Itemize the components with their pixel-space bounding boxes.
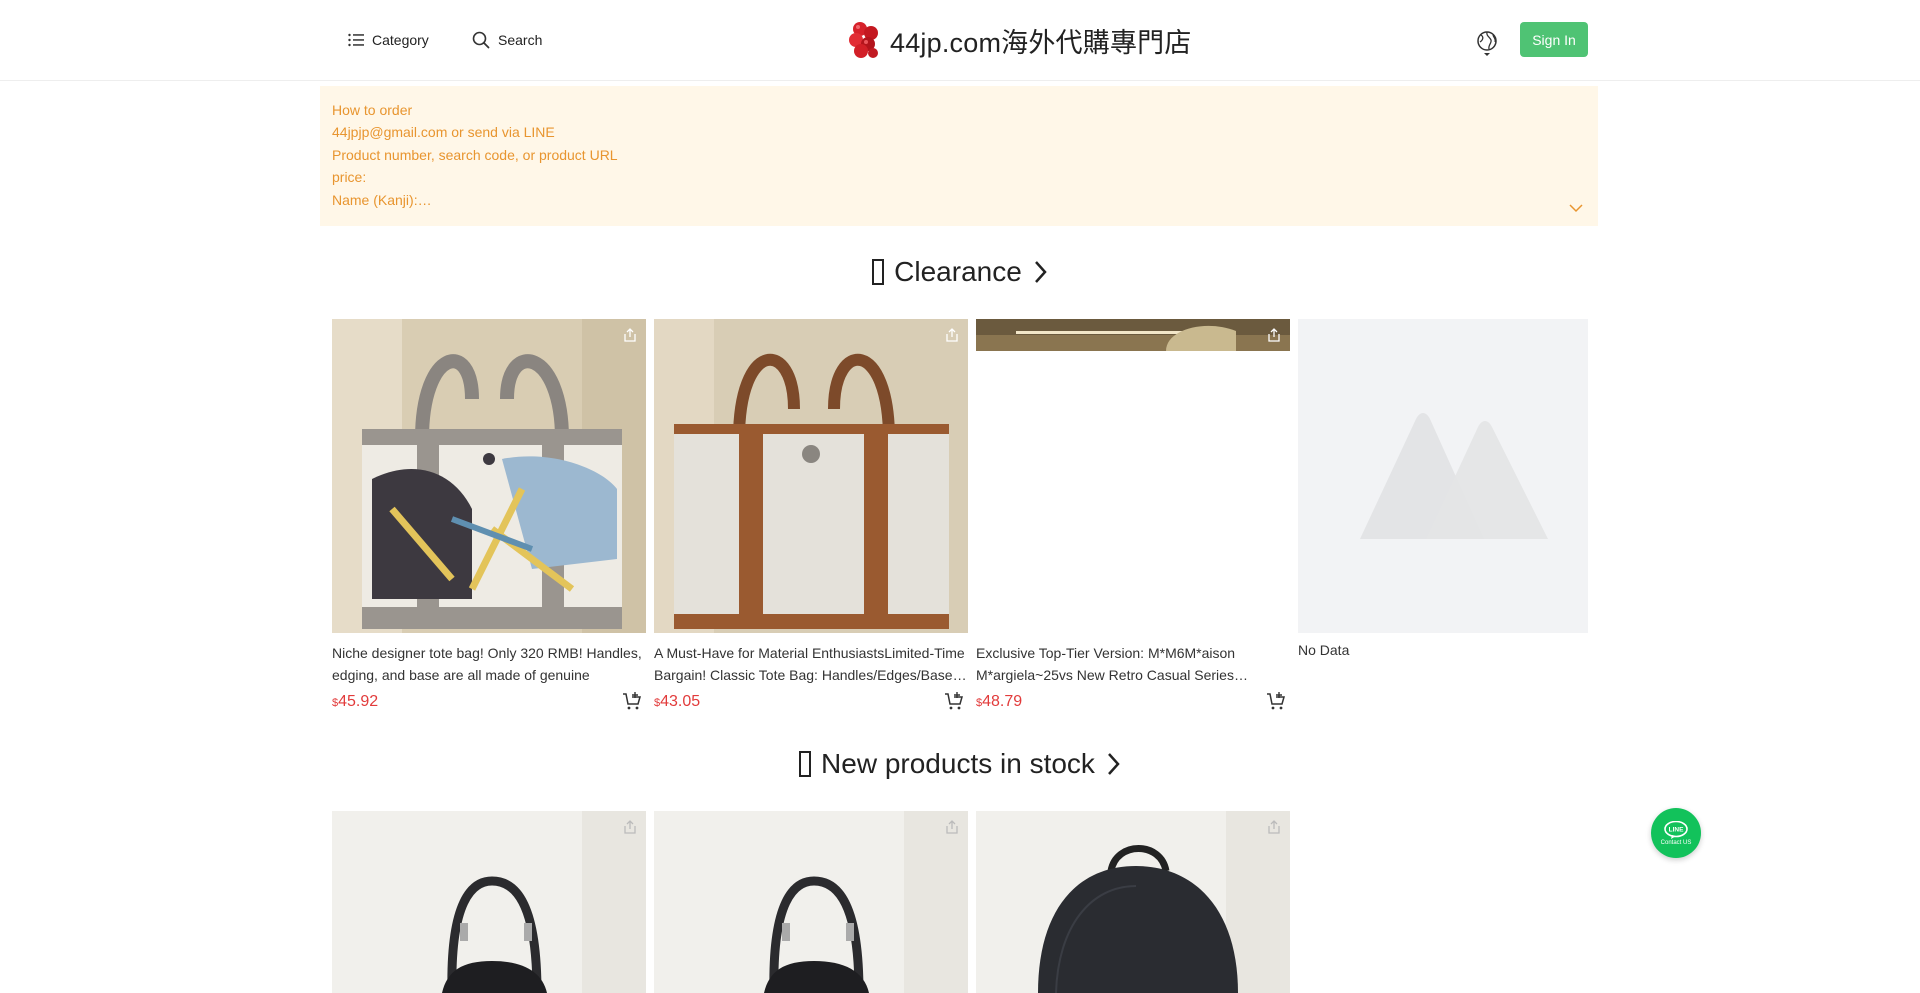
globe-icon[interactable] [1474, 28, 1500, 58]
notice-line: 44jpjp@gmail.com or send via LINE [332, 124, 555, 140]
tag-glyph-icon [872, 259, 885, 285]
notice-line: Product number, search code, or product … [332, 147, 618, 163]
cart-icon[interactable] [944, 691, 964, 711]
site-title: 44jp.com海外代購專門店 [890, 27, 1192, 58]
product-price: $43.05 [654, 693, 700, 711]
product-card[interactable] [332, 811, 646, 993]
logo-icon [849, 22, 878, 58]
product-card[interactable] [976, 811, 1290, 993]
product-title[interactable]: Niche designer tote bag! Only 320 RMB! H… [332, 642, 646, 686]
share-icon[interactable] [1266, 819, 1282, 835]
category-label: Category [372, 32, 429, 48]
cart-icon[interactable] [1266, 691, 1286, 711]
chevron-right-icon [1108, 753, 1120, 775]
site-logo[interactable]: 44jp.com海外代購專門店 [846, 20, 1192, 60]
share-icon[interactable] [944, 819, 960, 835]
section-title-label: New products in stock [821, 748, 1095, 779]
price-value: 43.05 [660, 693, 701, 710]
line-chat-icon: LINE [1664, 820, 1688, 839]
notice-line: price: [332, 169, 367, 185]
placeholder-image-icon [1360, 413, 1548, 539]
section-title-label: Clearance [894, 256, 1022, 287]
product-image[interactable] [332, 319, 646, 633]
product-title[interactable]: Exclusive Top-Tier Version: M*M6M*aison … [976, 642, 1290, 686]
category-button[interactable]: Category [348, 26, 429, 54]
no-data-label: No Data [1298, 642, 1350, 658]
chevron-down-icon[interactable] [1568, 202, 1584, 214]
chevron-right-icon [1034, 261, 1047, 283]
product-image[interactable] [654, 811, 968, 993]
product-image[interactable] [654, 319, 968, 633]
product-card[interactable] [654, 811, 968, 993]
contact-us-label: Contact US [1660, 839, 1692, 846]
search-button[interactable]: Search [472, 26, 542, 54]
box-glyph-icon [799, 751, 812, 777]
notice-line: How to order [332, 102, 413, 118]
no-data-placeholder [1298, 319, 1588, 633]
product-price: $48.79 [976, 693, 1022, 711]
sign-in-button[interactable]: Sign In [1520, 22, 1588, 57]
section-title-new-products[interactable]: New products in stock [0, 748, 1920, 780]
notice-line: Name (Kanji):… [332, 192, 432, 208]
product-title[interactable]: A Must-Have for Material EnthusiastsLimi… [654, 642, 968, 686]
product-image[interactable] [976, 319, 1290, 633]
share-icon[interactable] [622, 819, 638, 835]
search-label: Search [498, 32, 543, 48]
product-image[interactable] [976, 811, 1290, 993]
order-notice: How to order 44jpjp@gmail.com or send vi… [320, 86, 1598, 226]
section-title-clearance[interactable]: Clearance [0, 256, 1920, 288]
price-value: 48.79 [982, 693, 1023, 710]
cart-icon[interactable] [622, 691, 642, 711]
search-icon [472, 31, 490, 49]
line-contact-button[interactable]: LINE Contact US [1651, 808, 1701, 858]
product-price: $45.92 [332, 693, 378, 711]
product-image[interactable] [332, 811, 646, 993]
top-header: Category Search 44jp.com海外代購專門店 Sign In [0, 0, 1920, 81]
share-icon[interactable] [622, 327, 638, 343]
share-icon[interactable] [1266, 327, 1282, 343]
line-text: LINE [1669, 826, 1684, 833]
price-value: 45.92 [338, 693, 379, 710]
list-icon [348, 33, 364, 47]
share-icon[interactable] [944, 327, 960, 343]
